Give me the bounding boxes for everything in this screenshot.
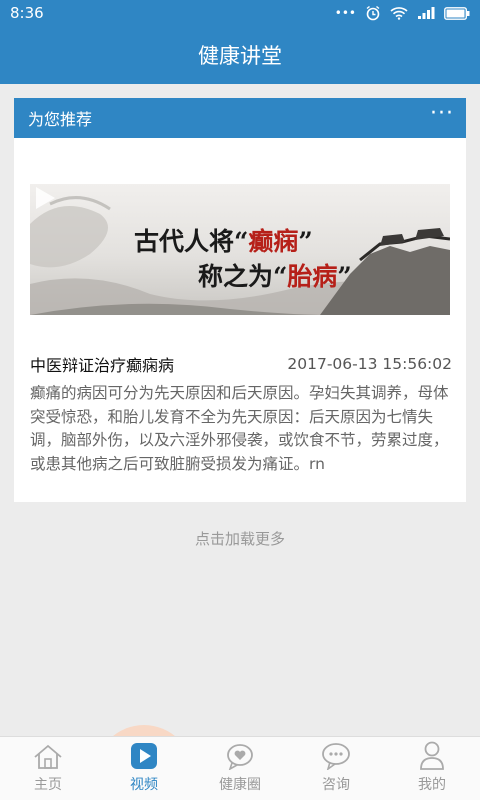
tab-home[interactable]: 主页	[0, 737, 96, 800]
app-header: 健康讲堂	[0, 26, 480, 84]
page-title: 健康讲堂	[198, 44, 282, 68]
home-icon	[34, 744, 62, 769]
alarm-icon	[366, 5, 380, 21]
tab-profile[interactable]: 我的	[384, 737, 480, 800]
article-date: 2017-06-13 15:56:02	[287, 355, 452, 373]
article-meta[interactable]: 中医辩证治疗癫痫病 2017-06-13 15:56:02	[30, 352, 452, 376]
more-options-icon[interactable]: ···	[430, 103, 454, 125]
bottom-tab-bar: 主页 视频 健康圈 咨询 我的	[0, 736, 480, 800]
recommend-card: 为您推荐 ··· 古代人将“癫痫” 称之为“胎病” 中医辩证治疗癫痫病 2017…	[14, 98, 466, 502]
play-icon[interactable]	[30, 184, 58, 212]
status-bar: 8:36 •••	[0, 0, 480, 26]
article-title[interactable]: 中医辩证治疗癫痫病	[30, 352, 174, 376]
tab-profile-label: 我的	[418, 777, 446, 793]
tab-home-label: 主页	[34, 777, 62, 793]
tab-health-circle[interactable]: 健康圈	[192, 737, 288, 800]
status-time: 8:36	[10, 4, 44, 22]
thumbnail-caption-line2: 称之为“胎病”	[198, 262, 352, 291]
recommend-header: 为您推荐 ···	[14, 98, 466, 138]
tab-video[interactable]: 视频	[96, 737, 192, 800]
tab-consult[interactable]: 咨询	[288, 737, 384, 800]
signal-icon	[418, 7, 435, 19]
video-thumbnail[interactable]: 古代人将“癫痫” 称之为“胎病”	[30, 184, 450, 315]
user-icon	[420, 741, 444, 770]
tab-health-circle-label: 健康圈	[219, 777, 261, 793]
status-icons: •••	[335, 5, 470, 21]
tab-video-label: 视频	[130, 777, 158, 793]
tab-consult-label: 咨询	[322, 777, 350, 793]
battery-icon	[444, 6, 470, 20]
more-notifications-icon: •••	[334, 6, 356, 20]
thumbnail-caption-line1: 古代人将“癫痫”	[134, 227, 313, 256]
article-summary[interactable]: 癫痛的病因可分为先天原因和后天原因。孕妇失其调养，母体突受惊恐，和胎儿发育不全为…	[30, 382, 452, 476]
recommend-title: 为您推荐	[28, 110, 93, 129]
load-more-button[interactable]: 点击加载更多	[0, 528, 480, 549]
video-icon	[131, 743, 157, 769]
wifi-icon	[390, 7, 408, 20]
chat-icon	[322, 743, 350, 770]
heart-circle-icon	[227, 744, 253, 770]
